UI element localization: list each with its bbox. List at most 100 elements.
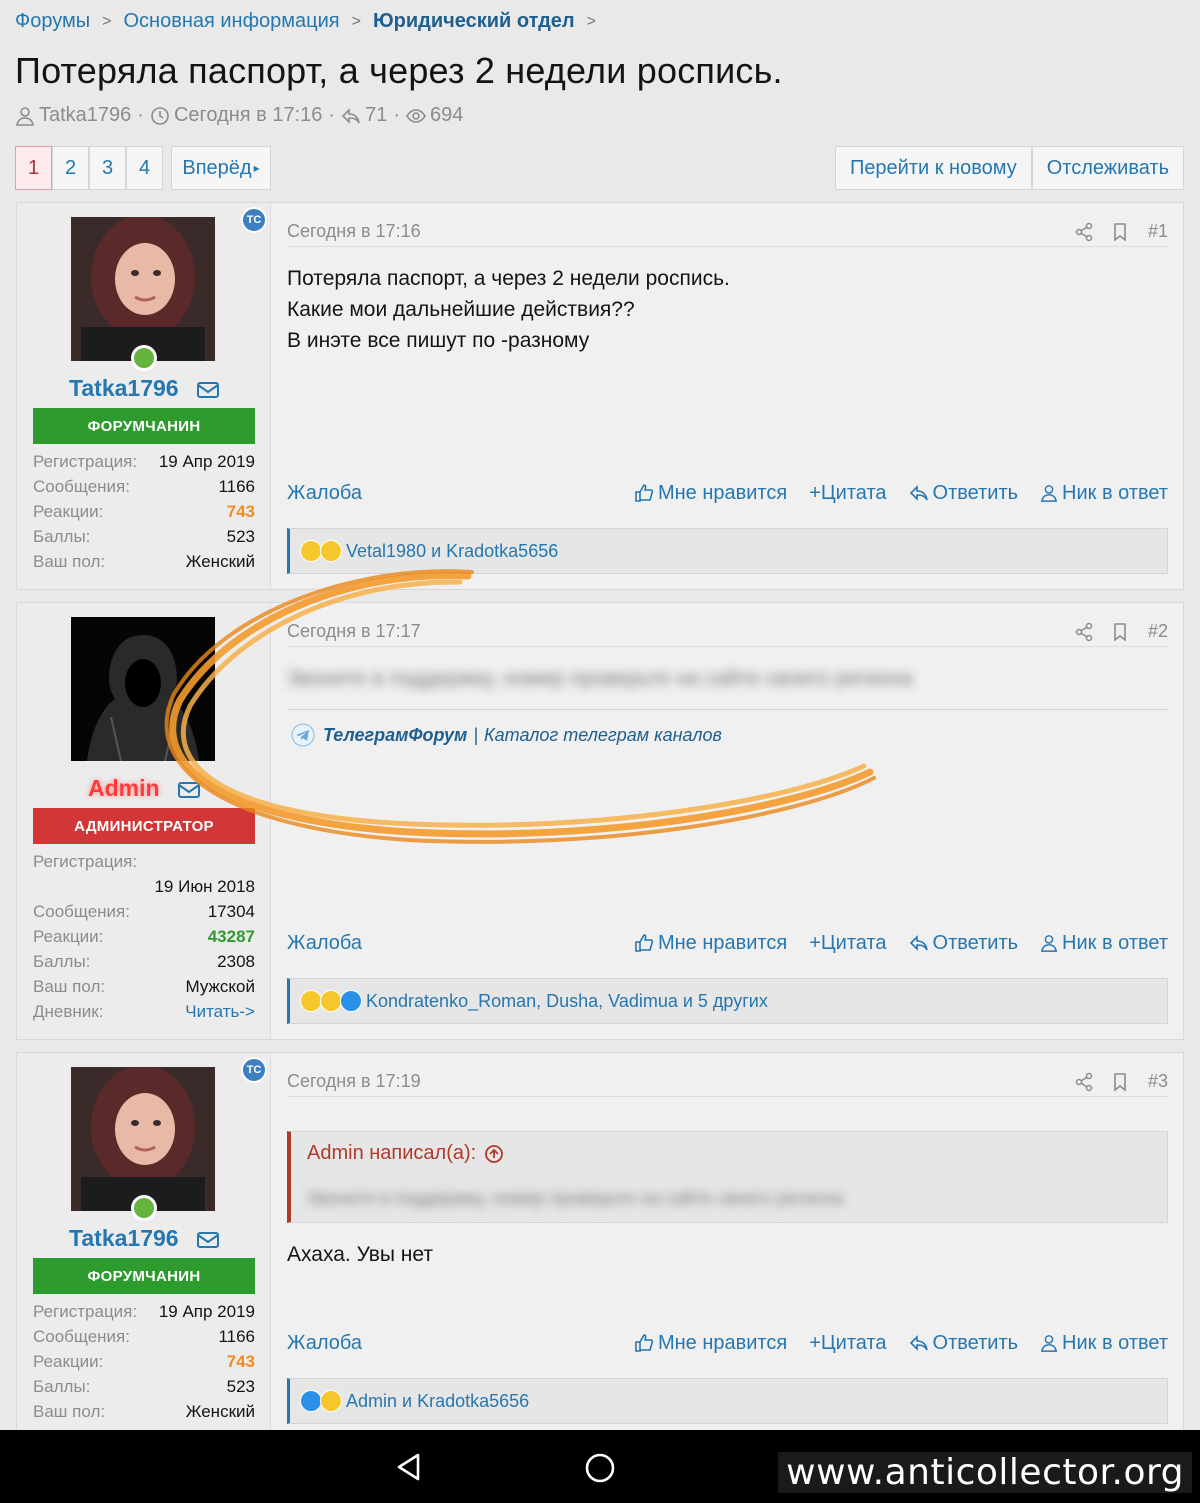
nick-reply-label: Ник в ответ xyxy=(1062,1331,1168,1354)
bookmark-icon[interactable] xyxy=(1110,622,1130,642)
bookmark-icon[interactable] xyxy=(1110,1072,1130,1092)
mail-icon[interactable] xyxy=(196,1231,219,1248)
arrow-up-circle-icon[interactable] xyxy=(484,1144,504,1164)
stat-label: Баллы: xyxy=(33,526,91,546)
post-message-cell: Сегодня в 17:19 #3 Admin написал(а): Зво… xyxy=(287,1053,1168,1430)
stat-value: 2308 xyxy=(217,951,255,971)
thread-author[interactable]: Tatka1796 xyxy=(39,104,131,127)
report-link[interactable]: Жалоба xyxy=(287,1332,612,1355)
mail-icon[interactable] xyxy=(177,781,200,798)
signature-text[interactable]: Каталог телеграм каналов xyxy=(484,725,722,746)
watch-button[interactable]: Отслеживать xyxy=(1031,146,1184,190)
username: Admin xyxy=(17,775,271,802)
stat-label: Регистрация: xyxy=(33,851,138,871)
like-button[interactable]: Мне нравится xyxy=(634,1332,787,1355)
stat-label: Реакции: xyxy=(33,1351,104,1371)
thread-actions: Перейти к новому Отслеживать xyxy=(834,146,1184,190)
reacted-users[interactable]: Kondratenko_Roman, Dusha, Vadimua и 5 др… xyxy=(366,991,768,1012)
laugh-reaction-icon xyxy=(300,540,322,562)
reacted-users[interactable]: Admin и Kradotka5656 xyxy=(346,1391,529,1412)
back-icon[interactable] xyxy=(394,1452,424,1482)
report-link[interactable]: Жалоба xyxy=(287,482,612,505)
reactions-bar[interactable]: Vetal1980 и Kradotka5656 xyxy=(287,528,1168,574)
user-icon xyxy=(16,106,34,126)
breadcrumb-forums[interactable]: Форумы xyxy=(15,10,90,33)
stat-gender: Ваш пол: Мужской xyxy=(33,974,255,999)
post-actions: Жалоба Мне нравится +Цитата Ответить Ник… xyxy=(287,478,1168,508)
breadcrumb-main-info[interactable]: Основная информация xyxy=(123,10,339,33)
quote-button[interactable]: +Цитата xyxy=(809,932,886,955)
sad-reaction-icon xyxy=(320,540,342,562)
thread-views: 694 xyxy=(430,104,464,126)
stat-label: Ваш пол: xyxy=(33,976,106,996)
like-button[interactable]: Мне нравится xyxy=(634,482,787,505)
stat-registration: Регистрация: 19 Апр 2019 xyxy=(33,1299,255,1324)
stat-value: 19 Июн 2018 xyxy=(154,876,255,896)
diary-link[interactable]: Читать-> xyxy=(185,1002,255,1022)
reacted-users[interactable]: Vetal1980 и Kradotka5656 xyxy=(346,541,558,562)
reactions-bar[interactable]: Kondratenko_Roman, Dusha, Vadimua и 5 др… xyxy=(287,978,1168,1024)
report-link[interactable]: Жалоба xyxy=(287,932,612,955)
avatar[interactable] xyxy=(71,1067,215,1211)
username-link[interactable]: Tatka1796 xyxy=(69,375,179,401)
stat-registration: Регистрация: xyxy=(33,849,255,874)
page-4-button[interactable]: 4 xyxy=(126,146,163,190)
stat-value: Женский xyxy=(185,551,255,571)
reactions-bar[interactable]: Admin и Kradotka5656 xyxy=(287,1378,1168,1424)
reply-button[interactable]: Ответить xyxy=(909,482,1018,505)
post-number[interactable]: #1 xyxy=(1148,221,1168,242)
post-line: Какие мои дальнейшие действия?? xyxy=(287,298,635,321)
bookmark-icon[interactable] xyxy=(1110,222,1130,242)
stat-diary: Дневник: Читать-> xyxy=(33,999,255,1024)
post-2: Admin АДМИНИСТРАТОР Регистрация: 19 Июн … xyxy=(16,602,1184,1040)
like-label: Мне нравится xyxy=(657,1331,788,1354)
thumbs-up-icon xyxy=(635,1334,654,1352)
nick-reply-button[interactable]: Ник в ответ xyxy=(1040,932,1168,955)
goto-new-button[interactable]: Перейти к новому xyxy=(834,146,1032,190)
forum-page: Форумы > Основная информация > Юридическ… xyxy=(0,0,1200,1430)
user-stats: Регистрация: 19 Апр 2019 Сообщения: 1166 Р… xyxy=(33,449,255,574)
share-icon[interactable] xyxy=(1074,1072,1094,1092)
quote-header[interactable]: Admin написал(а): xyxy=(307,1142,504,1165)
quote-button[interactable]: +Цитата xyxy=(809,1332,886,1355)
home-icon[interactable] xyxy=(584,1452,616,1484)
username-link[interactable]: Admin xyxy=(88,775,160,801)
thumbs-up-icon xyxy=(635,484,654,502)
page-1-button[interactable]: 1 xyxy=(15,146,52,190)
stat-points: Баллы: 523 xyxy=(33,524,255,549)
like-button[interactable]: Мне нравится xyxy=(634,932,787,955)
quote-button[interactable]: +Цитата xyxy=(809,482,886,505)
post-number[interactable]: #2 xyxy=(1148,621,1168,642)
signature-brand[interactable]: ТелеграмФорум xyxy=(323,725,467,746)
share-icon[interactable] xyxy=(1074,222,1094,242)
user-icon xyxy=(1040,935,1058,952)
mail-icon[interactable] xyxy=(196,381,219,398)
breadcrumb-legal[interactable]: Юридический отдел xyxy=(373,10,575,33)
user-icon xyxy=(1040,485,1058,502)
avatar[interactable] xyxy=(71,617,215,761)
reply-button[interactable]: Ответить xyxy=(909,1331,1019,1355)
post-time[interactable]: Сегодня в 17:19 xyxy=(287,1071,1058,1092)
stat-value: 523 xyxy=(226,1376,255,1396)
nick-reply-label: Ник в ответ xyxy=(1062,931,1168,954)
eye-icon xyxy=(406,108,426,123)
thread-date: Сегодня в 17:16 xyxy=(173,104,323,126)
stat-gender: Ваш пол: Женский xyxy=(33,1399,255,1424)
page-2-button[interactable]: 2 xyxy=(52,146,89,190)
reply-button[interactable]: Ответить xyxy=(909,932,1018,955)
nick-reply-button[interactable]: Ник в ответ xyxy=(1040,1332,1168,1355)
post-time[interactable]: Сегодня в 17:17 xyxy=(287,621,1058,642)
avatar[interactable] xyxy=(71,217,215,361)
post-user-cell: ТС Tatka1796 ФОРУМЧАНИН Регистрация: 19 А… xyxy=(17,203,271,589)
post-number[interactable]: #3 xyxy=(1148,1071,1168,1092)
post-header: Сегодня в 17:17 #2 xyxy=(287,617,1168,647)
next-page-button[interactable]: Вперёд ▸ xyxy=(171,146,271,190)
username-link[interactable]: Tatka1796 xyxy=(69,1225,179,1251)
reply-label: Ответить xyxy=(932,1331,1019,1354)
post-line: Потеряла паспорт, а через 2 недели роспи… xyxy=(287,267,730,290)
post-time[interactable]: Сегодня в 17:16 xyxy=(287,221,1058,242)
nick-reply-button[interactable]: Ник в ответ xyxy=(1040,482,1168,505)
page-3-button[interactable]: 3 xyxy=(89,146,126,190)
stat-value: 19 Апр 2019 xyxy=(158,1301,255,1321)
share-icon[interactable] xyxy=(1074,622,1094,642)
